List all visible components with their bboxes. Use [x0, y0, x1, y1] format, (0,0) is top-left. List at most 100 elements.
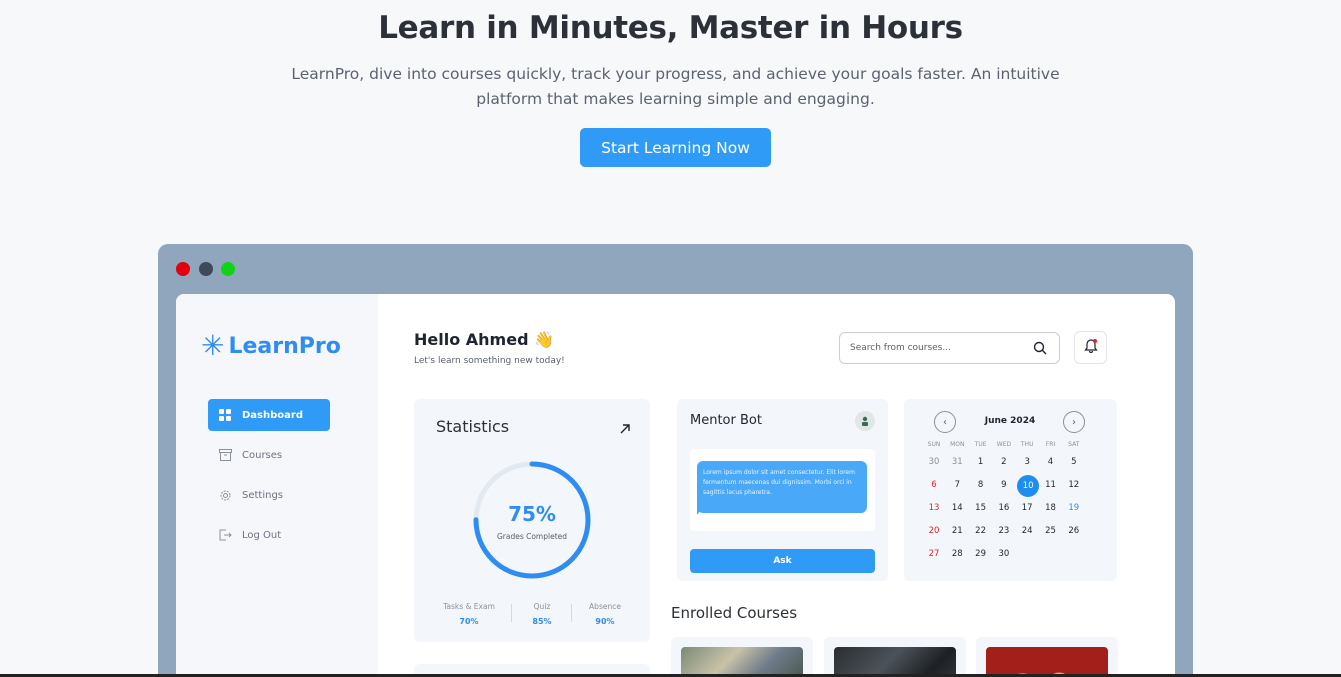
calendar-day[interactable]: 18	[1041, 498, 1061, 518]
grid-icon	[218, 408, 232, 422]
calendar-day[interactable]: 22	[971, 521, 991, 541]
sidebar-item-logout[interactable]: Log Out	[208, 519, 330, 551]
progress-label: Grades Completed	[496, 532, 568, 541]
calendar-day[interactable]: 4	[1041, 452, 1061, 472]
gear-icon	[218, 488, 232, 502]
window-close-dot	[176, 262, 190, 276]
stat-quiz: Quiz 85%	[512, 602, 572, 626]
calendar-day[interactable]: 29	[971, 544, 991, 564]
mentor-bot-card: Mentor Bot Lorem ipsum dolor sit amet co…	[677, 399, 888, 581]
calendar-day[interactable]: 13	[924, 498, 944, 518]
stat-label: Quiz	[533, 602, 551, 611]
calendar-day[interactable]: 3	[1017, 452, 1037, 472]
sidebar-item-label: Courses	[242, 449, 283, 461]
calendar-day[interactable]: 17	[1017, 498, 1037, 518]
stat-divider	[571, 604, 572, 622]
calendar-day[interactable]: 20	[924, 521, 944, 541]
calendar-month: June 2024	[984, 416, 1036, 426]
calendar-day[interactable]: 1	[971, 452, 991, 472]
browser-mockup: ✳ LearnPro Dashboard Courses Settings Lo…	[158, 244, 1193, 677]
enrolled-courses-title: Enrolled Courses	[671, 604, 798, 622]
bot-avatar-icon	[855, 411, 875, 431]
search-icon[interactable]	[1033, 341, 1047, 358]
sidebar-item-settings[interactable]: Settings	[208, 479, 330, 511]
calendar-weekday: THU	[1020, 440, 1034, 448]
calendar-weekday: FRI	[1045, 440, 1056, 448]
ask-button[interactable]: Ask	[690, 549, 875, 573]
search-input[interactable]: Search from courses...	[839, 332, 1060, 364]
calendar-day[interactable]: 9	[994, 475, 1014, 495]
arrow-up-right-icon[interactable]	[620, 419, 630, 438]
course-card[interactable]	[976, 637, 1118, 677]
sidebar-item-dashboard[interactable]: Dashboard	[208, 399, 330, 431]
calendar-day[interactable]: 7	[947, 475, 967, 495]
window-maximize-dot	[221, 262, 235, 276]
calendar-day[interactable]: 25	[1041, 521, 1061, 541]
chat-area: Lorem ipsum dolor sit amet consectetur. …	[690, 449, 875, 531]
calendar-day[interactable]: 21	[947, 521, 967, 541]
calendar-weekday: WED	[996, 440, 1012, 448]
logo-text: LearnPro	[228, 333, 341, 359]
sidebar-item-courses[interactable]: Courses	[208, 439, 330, 471]
sidebar: ✳ LearnPro Dashboard Courses Settings Lo…	[176, 294, 378, 677]
calendar-day[interactable]: 6	[924, 475, 944, 495]
calendar-weekday: SUN	[927, 440, 941, 448]
chat-bubble: Lorem ipsum dolor sit amet consectetur. …	[697, 461, 867, 513]
calendar-day[interactable]: 30	[924, 452, 944, 472]
calendar-weekday: SAT	[1068, 440, 1080, 448]
calendar-day[interactable]: 28	[947, 544, 967, 564]
course-thumbnail	[681, 647, 803, 677]
stat-label: Absence	[589, 602, 621, 611]
calendar-day[interactable]: 26	[1064, 521, 1084, 541]
calendar-day[interactable]: 24	[1017, 521, 1037, 541]
logo[interactable]: ✳ LearnPro	[201, 332, 341, 360]
course-card[interactable]	[824, 637, 966, 677]
notification-button[interactable]	[1074, 331, 1107, 364]
calendar-day[interactable]: 11	[1041, 475, 1061, 495]
calendar-day[interactable]: 30	[994, 544, 1014, 564]
calendar-day[interactable]: 12	[1064, 475, 1084, 495]
stat-label: Tasks & Exam	[443, 602, 495, 611]
hero-subtitle-line-2: platform that makes learning simple and …	[476, 90, 875, 108]
search-placeholder: Search from courses...	[850, 343, 951, 353]
course-card[interactable]	[671, 637, 813, 677]
stat-tasks: Tasks & Exam 70%	[439, 602, 499, 626]
calendar-day-selected[interactable]: 10	[1017, 475, 1040, 497]
bell-icon	[1083, 338, 1098, 357]
calendar-day[interactable]: 16	[994, 498, 1014, 518]
calendar-day[interactable]: 8	[971, 475, 991, 495]
calendar-day[interactable]: 19	[1064, 498, 1084, 518]
calendar-day[interactable]: 27	[924, 544, 944, 564]
calendar-day[interactable]: 5	[1064, 452, 1084, 472]
course-thumbnail	[834, 647, 956, 677]
calendar-day[interactable]: 15	[971, 498, 991, 518]
sidebar-item-label: Dashboard	[242, 409, 303, 421]
sidebar-item-label: Settings	[242, 489, 284, 501]
calendar-day[interactable]: 14	[947, 498, 967, 518]
stat-value: 70%	[459, 617, 479, 626]
hero-subtitle: LearnPro, dive into courses quickly, tra…	[280, 62, 1071, 112]
hero-subtitle-line-1: LearnPro, dive into courses quickly, tra…	[291, 65, 1060, 83]
calendar-next-button[interactable]: ›	[1063, 411, 1085, 433]
calendar-day[interactable]: 31	[947, 452, 967, 472]
calendar-card: ‹ June 2024 › SUN MON TUE WED THU FRI SAT 30 31 1…	[904, 399, 1117, 581]
window-minimize-dot	[199, 262, 213, 276]
course-thumbnail	[986, 647, 1108, 677]
statistics-title: Statistics	[436, 417, 510, 436]
chat-bubble-tail	[697, 507, 703, 515]
start-learning-button[interactable]: Start Learning Now	[580, 128, 771, 167]
hero-title: Learn in Minutes, Master in Hours	[378, 10, 963, 46]
stat-value: 90%	[595, 617, 615, 626]
greeting: Hello Ahmed 👋	[414, 330, 555, 349]
greeting-subtext: Let's learn something new today!	[414, 356, 565, 366]
calendar-day[interactable]: 23	[994, 521, 1014, 541]
progress-value: 75%	[508, 502, 556, 526]
calendar-prev-button[interactable]: ‹	[934, 411, 956, 433]
mentor-bot-title: Mentor Bot	[690, 413, 762, 428]
calendar-day[interactable]: 2	[994, 452, 1014, 472]
sidebar-item-label: Log Out	[242, 529, 282, 541]
chevron-left-icon: ‹	[943, 416, 947, 428]
logout-icon	[218, 528, 232, 542]
chevron-right-icon: ›	[1072, 416, 1076, 428]
stat-value: 85%	[532, 617, 552, 626]
